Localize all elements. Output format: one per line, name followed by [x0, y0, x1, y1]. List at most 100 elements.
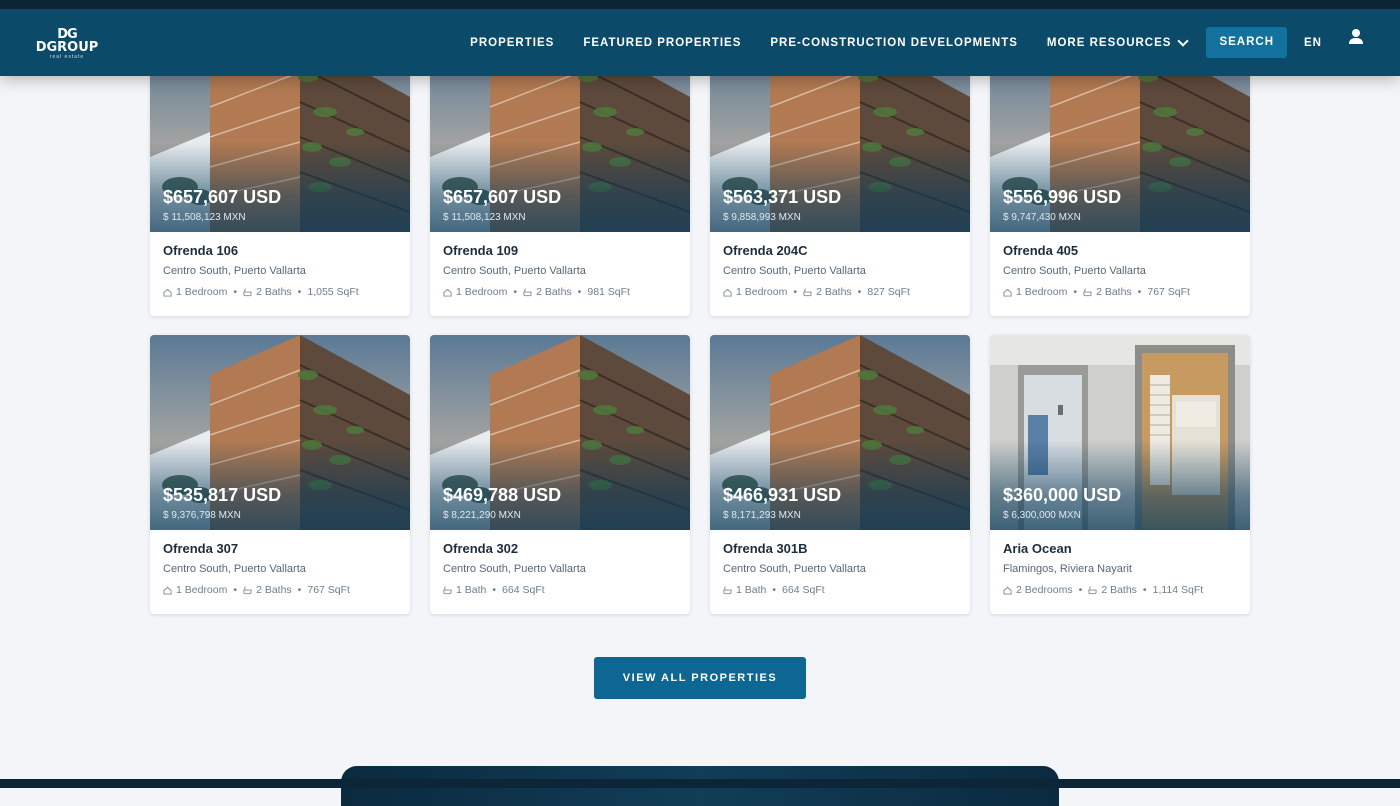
listing-specs: 1 Bedroom • 2 Baths • 767 SqFt	[163, 584, 397, 596]
listing-location: Centro South, Puerto Vallarta	[1003, 265, 1146, 277]
dgroup-logo[interactable]: DG DGROUP real estate	[34, 28, 100, 60]
user-icon[interactable]	[1348, 27, 1364, 47]
listing-location: Centro South, Puerto Vallarta	[163, 265, 306, 277]
listing-price-usd: $657,607 USD	[443, 187, 562, 207]
listing-area: 1,055 SqFt	[307, 286, 359, 298]
separator-dot: •	[233, 584, 238, 596]
listing-price-mxn: $ 8,221,290 MXN	[443, 510, 521, 521]
listing-name[interactable]: Ofrenda 204C	[723, 243, 957, 258]
listing-card[interactable]: $469,788 USD $ 8,221,290 MXN Ofrenda 302 Ce…	[430, 335, 690, 614]
site-navbar: DG DGROUP real estate PROPERTIES FEATURE…	[0, 9, 1400, 76]
listing-info: Ofrenda 307 Centro South, Puerto Vallarta…	[150, 530, 410, 614]
listing-area: 767 SqFt	[307, 584, 350, 596]
listing-specs: 1 Bath • 664 SqFt	[443, 584, 677, 596]
listing-info: Ofrenda 109 Centro South, Puerto Vallarta…	[430, 232, 690, 316]
separator-dot: •	[233, 286, 238, 298]
listing-specs: 1 Bedroom • 2 Baths • 827 SqFt	[723, 286, 957, 298]
listing-info: Ofrenda 204C Centro South, Puerto Vallart…	[710, 232, 970, 316]
nav-featured-properties[interactable]: FEATURED PROPERTIES	[583, 37, 741, 49]
listing-area: 664 SqFt	[502, 584, 545, 596]
listing-location: Centro South, Puerto Vallarta	[163, 563, 306, 575]
separator-dot: •	[1078, 584, 1083, 596]
nav-more-resources[interactable]: MORE RESOURCES	[1046, 34, 1190, 49]
listing-location: Centro South, Puerto Vallarta	[723, 265, 866, 277]
listing-price-mxn: $ 9,376,798 MXN	[163, 510, 241, 521]
home-icon	[163, 586, 172, 595]
listing-baths: 2 Baths	[1101, 584, 1137, 596]
separator-dot: •	[1142, 584, 1147, 596]
listing-name[interactable]: Ofrenda 109	[443, 243, 677, 258]
separator-dot: •	[772, 584, 777, 596]
separator-dot: •	[793, 286, 798, 298]
view-all-properties-button[interactable]: VIEW ALL PROPERTIES	[594, 657, 806, 699]
bathtub-icon	[523, 287, 532, 296]
listing-card[interactable]: $657,607 USD $ 11,508,123 MXN Ofrenda 106 C…	[150, 37, 410, 316]
bathtub-icon	[243, 585, 252, 594]
top-strip	[0, 0, 1400, 9]
listing-price-usd: $360,000 USD	[1003, 485, 1122, 505]
listing-area: 767 SqFt	[1147, 286, 1190, 298]
listing-name[interactable]: Ofrenda 301B	[723, 541, 957, 556]
listing-specs: 1 Bedroom • 2 Baths • 1,055 SqFt	[163, 286, 397, 298]
listing-info: Aria Ocean Flamingos, Riviera Nayarit 2 Be…	[990, 530, 1250, 614]
listing-baths: 2 Baths	[816, 286, 852, 298]
listing-card[interactable]: $535,817 USD $ 9,376,798 MXN Ofrenda 307 Ce…	[150, 335, 410, 614]
listing-baths: 2 Baths	[1096, 286, 1132, 298]
listing-name[interactable]: Ofrenda 307	[163, 541, 397, 556]
nav-more-resources-label: MORE RESOURCES	[1046, 36, 1172, 49]
listing-name[interactable]: Ofrenda 302	[443, 541, 677, 556]
listing-info: Ofrenda 301B Centro South, Puerto Vallart…	[710, 530, 970, 614]
listing-price-mxn: $ 9,747,430 MXN	[1003, 212, 1081, 223]
listing-bedrooms: 1 Bedroom	[176, 584, 228, 596]
nav-links: PROPERTIES FEATURED PROPERTIES PRE-CONST…	[470, 9, 1400, 76]
listing-name[interactable]: Aria Ocean	[1003, 541, 1237, 556]
home-icon	[443, 288, 452, 297]
listing-area: 827 SqFt	[867, 286, 910, 298]
listing-baths: 1 Bath	[736, 584, 767, 596]
listing-baths: 2 Baths	[536, 286, 572, 298]
listing-location: Centro South, Puerto Vallarta	[443, 265, 586, 277]
search-button[interactable]: SEARCH	[1206, 27, 1288, 58]
listing-name[interactable]: Ofrenda 405	[1003, 243, 1237, 258]
listing-price-mxn: $ 11,508,123 MXN	[443, 212, 526, 223]
nav-pre-construction[interactable]: PRE-CONSTRUCTION DEVELOPMENTS	[770, 37, 1018, 49]
chevron-down-icon	[1177, 34, 1190, 47]
listing-photo[interactable]: $535,817 USD $ 9,376,798 MXN	[150, 335, 410, 530]
listing-name[interactable]: Ofrenda 106	[163, 243, 397, 258]
separator-dot: •	[1137, 286, 1142, 298]
listing-info: Ofrenda 405 Centro South, Puerto Vallarta…	[990, 232, 1250, 316]
listing-baths: 1 Bath	[456, 584, 487, 596]
listing-specs: 1 Bedroom • 2 Baths • 981 SqFt	[443, 286, 677, 298]
separator-dot: •	[857, 286, 862, 298]
nav-featured-label: FEATURED PROPERTIES	[583, 36, 742, 49]
bottom-strip	[0, 779, 1400, 788]
listing-price-usd: $556,996 USD	[1003, 187, 1122, 207]
listing-bedrooms: 1 Bedroom	[176, 286, 228, 298]
listing-photo[interactable]: $469,788 USD $ 8,221,290 MXN	[430, 335, 690, 530]
bathtub-icon	[1088, 585, 1097, 594]
listing-card[interactable]: $563,371 USD $ 9,858,993 MXN Ofrenda 204C C…	[710, 37, 970, 316]
listing-card[interactable]: $556,996 USD $ 9,747,430 MXN Ofrenda 405 Ce…	[990, 37, 1250, 316]
listing-price-mxn: $ 6,300,000 MXN	[1003, 510, 1081, 521]
separator-dot: •	[1073, 286, 1078, 298]
home-icon	[163, 288, 172, 297]
listing-photo[interactable]: $360,000 USD $ 6,300,000 MXN	[990, 335, 1250, 530]
listing-specs: 1 Bedroom • 2 Baths • 767 SqFt	[1003, 286, 1237, 298]
listing-info: Ofrenda 106 Centro South, Puerto Vallarta…	[150, 232, 410, 316]
language-selector[interactable]: EN	[1304, 37, 1322, 49]
listing-bedrooms: 1 Bedroom	[736, 286, 788, 298]
listing-photo[interactable]: $466,931 USD $ 8,171,293 MXN	[710, 335, 970, 530]
listing-card[interactable]: $360,000 USD $ 6,300,000 MXN Aria Ocean Fla…	[990, 335, 1250, 614]
nav-properties[interactable]: PROPERTIES	[470, 37, 554, 49]
listing-price-mxn: $ 8,171,293 MXN	[723, 510, 801, 521]
home-icon	[1003, 288, 1012, 297]
bathtub-icon	[443, 585, 452, 594]
logo-tagline: real estate	[49, 54, 85, 60]
listing-price-usd: $657,607 USD	[163, 187, 282, 207]
listing-location: Centro South, Puerto Vallarta	[723, 563, 866, 575]
bathtub-icon	[1083, 287, 1092, 296]
listing-card[interactable]: $657,607 USD $ 11,508,123 MXN Ofrenda 109 C…	[430, 37, 690, 316]
listing-card[interactable]: $466,931 USD $ 8,171,293 MXN Ofrenda 301B C…	[710, 335, 970, 614]
nav-pre-construction-label: PRE-CONSTRUCTION DEVELOPMENTS	[770, 36, 1018, 49]
listing-area: 1,114 SqFt	[1152, 584, 1204, 596]
